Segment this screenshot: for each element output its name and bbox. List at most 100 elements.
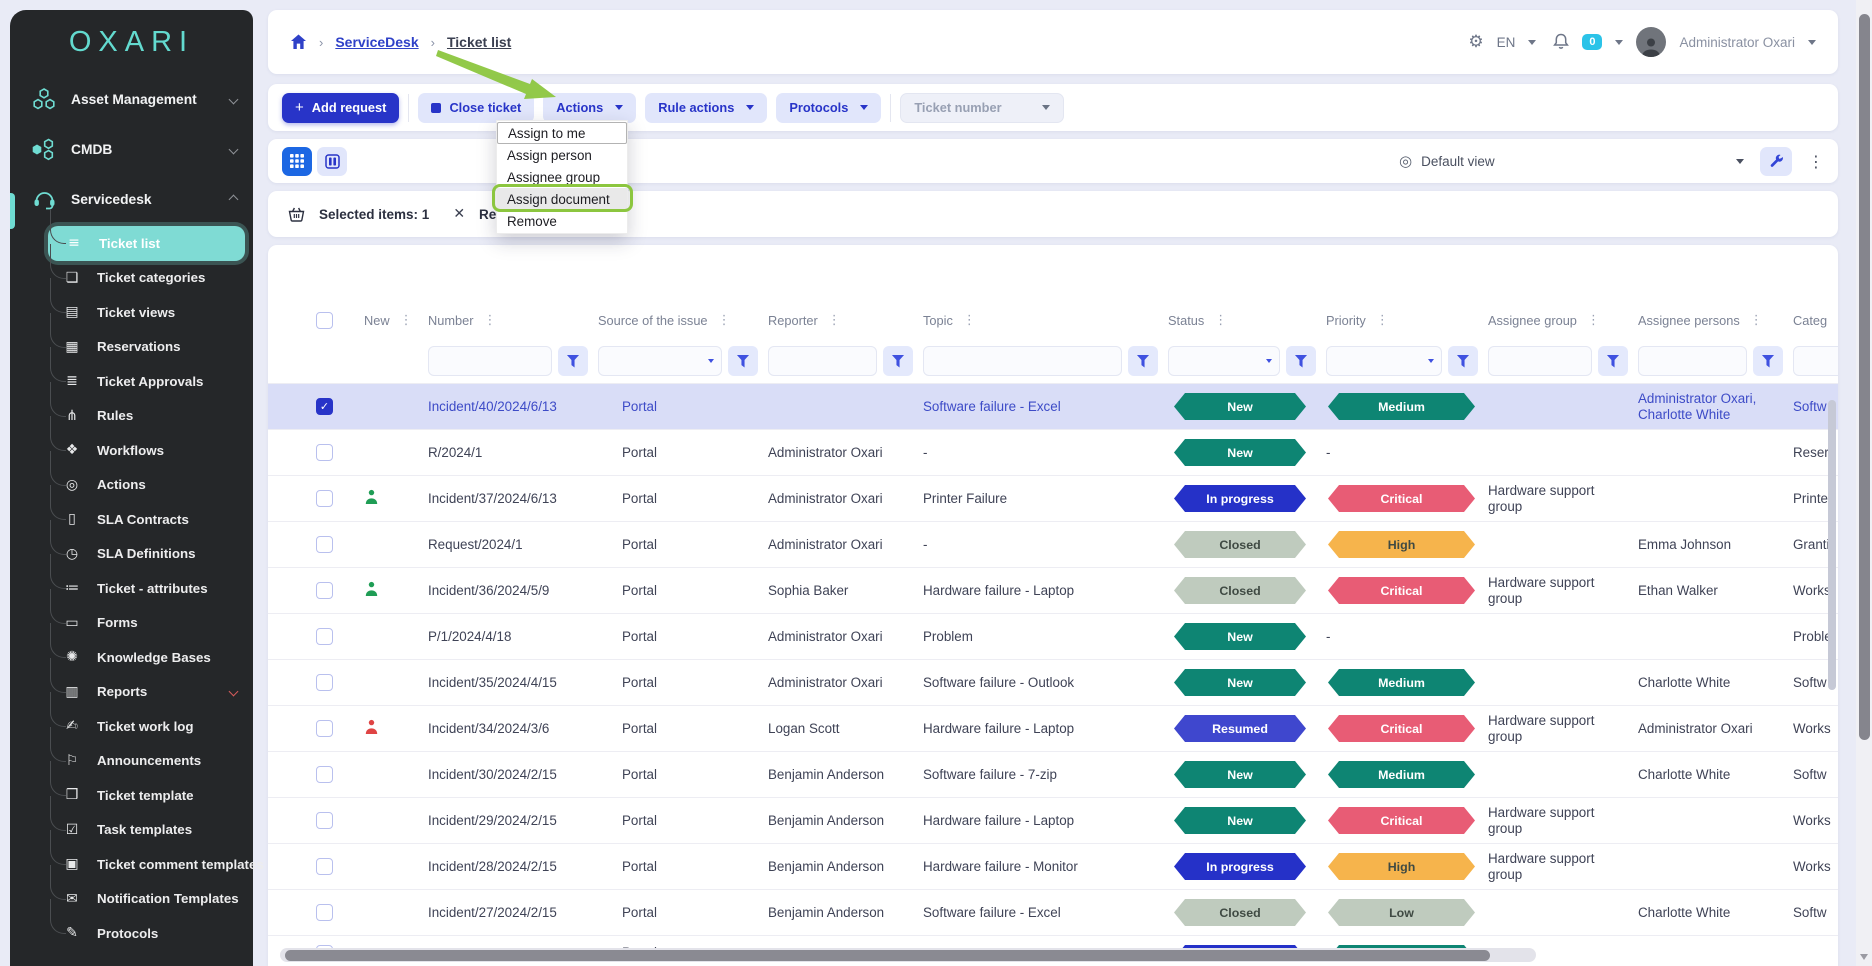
column-menu-dots-icon[interactable]: ⋮ [400, 313, 413, 328]
filter-select-source[interactable] [598, 346, 722, 376]
filter-funnel-button-source[interactable] [728, 346, 758, 376]
table-row[interactable]: Request/2024/1PortalAdministrator Oxari-… [268, 521, 1838, 567]
menu-item-assignee-group[interactable]: Assignee group [497, 166, 627, 188]
column-menu-dots-icon[interactable]: ⋮ [963, 313, 976, 328]
column-menu-dots-icon[interactable]: ⋮ [718, 313, 731, 328]
filter-input-group[interactable] [1488, 346, 1592, 376]
sidebar-item-sla-definitions[interactable]: ◷SLA Definitions [10, 537, 253, 572]
table-row[interactable]: Incident/30/2024/2/15PortalBenjamin Ande… [268, 751, 1838, 797]
grid-view-toggle[interactable] [282, 147, 312, 176]
table-row[interactable]: Incident/35/2024/4/15PortalAdministrator… [268, 659, 1838, 705]
filter-funnel-button-reporter[interactable] [883, 346, 913, 376]
sidebar-item-reservations[interactable]: ▦Reservations [10, 330, 253, 365]
menu-item-assign-person[interactable]: Assign person [497, 144, 627, 166]
row-checkbox[interactable] [316, 858, 333, 875]
sidebar-item-announcements[interactable]: ⚐Announcements [10, 744, 253, 779]
user-menu-caret-icon[interactable] [1808, 40, 1816, 45]
table-row[interactable]: Incident/28/2024/2/15PortalBenjamin Ande… [268, 843, 1838, 889]
filter-funnel-button-priority[interactable] [1448, 346, 1478, 376]
row-checkbox[interactable] [316, 720, 333, 737]
row-checkbox[interactable]: ✓ [316, 398, 333, 415]
sidebar-item-protocols[interactable]: ✎Protocols [10, 916, 253, 951]
table-vertical-scrollbar[interactable] [1828, 400, 1836, 690]
default-view-select[interactable]: ◎ Default view [1399, 152, 1744, 170]
column-menu-dots-icon[interactable]: ⋮ [484, 313, 497, 328]
column-menu-dots-icon[interactable]: ⋮ [828, 313, 841, 328]
table-row[interactable]: Incident/29/2024/2/15PortalBenjamin Ande… [268, 797, 1838, 843]
notification-count-badge[interactable]: 0 [1582, 34, 1602, 50]
page-scrollbar[interactable] [1859, 14, 1870, 740]
table-row[interactable]: R/2024/1PortalAdministrator Oxari-New-Re… [268, 429, 1838, 475]
menu-item-remove[interactable]: Remove [497, 210, 627, 232]
row-checkbox[interactable] [316, 766, 333, 783]
filter-input-reporter[interactable] [768, 346, 877, 376]
row-checkbox[interactable] [316, 490, 333, 507]
ticket-number-select[interactable]: Ticket number [900, 93, 1064, 123]
sidebar-item-ticket-views[interactable]: ▤Ticket views [10, 295, 253, 330]
row-checkbox[interactable] [316, 536, 333, 553]
table-row[interactable]: ✓Incident/40/2024/6/13PortalSoftware fai… [268, 383, 1838, 429]
sidebar-item-ticket-comment-templates[interactable]: ▣Ticket comment templates [10, 847, 253, 882]
settings-gear-icon[interactable]: ⚙ [1468, 32, 1483, 52]
chevron-down-icon[interactable] [229, 144, 239, 154]
sidebar-item-ticket-approvals[interactable]: ≣Ticket Approvals [10, 364, 253, 399]
menu-item-assign-to-me[interactable]: Assign to me [497, 122, 627, 144]
filter-input-number[interactable] [428, 346, 552, 376]
table-row[interactable]: P/1/2024/4/18PortalAdministrator OxariPr… [268, 613, 1838, 659]
view-settings-wrench-button[interactable] [1760, 147, 1792, 176]
chevron-down-icon[interactable] [229, 94, 239, 104]
sidebar-item-workflows[interactable]: ❖Workflows [10, 433, 253, 468]
filter-input-persons[interactable] [1638, 346, 1747, 376]
language-selector[interactable]: EN [1497, 35, 1516, 50]
sidebar-item-knowledge-bases[interactable]: ✺Knowledge Bases [10, 640, 253, 675]
filter-funnel-button-persons[interactable] [1753, 346, 1783, 376]
sidebar-item-ticket-work-log[interactable]: ✍Ticket work log [10, 709, 253, 744]
breadcrumb-ticket-list[interactable]: Ticket list [447, 34, 511, 50]
chevron-up-icon[interactable] [229, 194, 239, 204]
protocols-dropdown-button[interactable]: Protocols [776, 93, 881, 123]
table-row[interactable]: Incident/37/2024/6/13PortalAdministrator… [268, 475, 1838, 521]
row-checkbox[interactable] [316, 444, 333, 461]
sidebar-item-ticket-categories[interactable]: ❏Ticket categories [10, 261, 253, 296]
columns-view-toggle[interactable] [317, 147, 347, 176]
table-row[interactable]: Incident/36/2024/5/9PortalSophia BakerHa… [268, 567, 1838, 613]
notification-caret-icon[interactable] [1615, 40, 1623, 45]
filter-funnel-button-group[interactable] [1598, 346, 1628, 376]
sidebar-item-reports[interactable]: ▥Reports [10, 675, 253, 710]
menu-item-assign-document[interactable]: Assign document [497, 188, 627, 210]
more-options-dots[interactable]: ⋮ [1808, 152, 1824, 171]
clear-selection-x-icon[interactable]: ✕ [453, 206, 465, 222]
user-avatar[interactable] [1636, 27, 1666, 57]
sidebar-item-rules[interactable]: ⋔Rules [10, 399, 253, 434]
column-menu-dots-icon[interactable]: ⋮ [1214, 313, 1227, 328]
column-menu-dots-icon[interactable]: ⋮ [1376, 313, 1389, 328]
column-menu-dots-icon[interactable]: ⋮ [1750, 313, 1763, 328]
table-row[interactable]: Incident/34/2024/3/6PortalLogan ScottHar… [268, 705, 1838, 751]
sidebar-item-forms[interactable]: ▭Forms [10, 606, 253, 641]
actions-dropdown-button[interactable]: Actions [543, 93, 636, 123]
table-horizontal-scrollbar[interactable] [285, 950, 1490, 961]
sidebar-item-actions[interactable]: ◎Actions [10, 468, 253, 503]
row-checkbox[interactable] [316, 582, 333, 599]
filter-funnel-button-topic[interactable] [1128, 346, 1158, 376]
filter-input-categ[interactable] [1793, 346, 1838, 376]
table-row[interactable]: Incident/27/2024/2/15PortalBenjamin Ande… [268, 889, 1838, 935]
row-checkbox[interactable] [316, 674, 333, 691]
home-icon[interactable] [290, 34, 307, 50]
row-checkbox[interactable] [316, 628, 333, 645]
chevron-down-icon[interactable] [229, 687, 239, 697]
sidebar-item-ticket-list[interactable]: ≡Ticket list [48, 226, 245, 261]
sidebar-item-sla-contracts[interactable]: ▯SLA Contracts [10, 502, 253, 537]
breadcrumb-servicedesk-link[interactable]: ServiceDesk [335, 34, 418, 50]
sidebar-section-servicedesk[interactable]: Servicedesk [10, 174, 253, 224]
filter-funnel-button-status[interactable] [1286, 346, 1316, 376]
rule-actions-dropdown-button[interactable]: Rule actions [645, 93, 767, 123]
column-menu-dots-icon[interactable]: ⋮ [1587, 313, 1600, 328]
language-caret-icon[interactable] [1528, 40, 1536, 45]
sidebar-item-ticket-template[interactable]: ❒Ticket template [10, 778, 253, 813]
filter-select-priority[interactable] [1326, 346, 1442, 376]
close-ticket-button[interactable]: Close ticket [418, 93, 534, 123]
row-checkbox[interactable] [316, 812, 333, 829]
sidebar-item-notification-templates[interactable]: ✉Notification Templates [10, 882, 253, 917]
filter-select-status[interactable] [1168, 346, 1280, 376]
